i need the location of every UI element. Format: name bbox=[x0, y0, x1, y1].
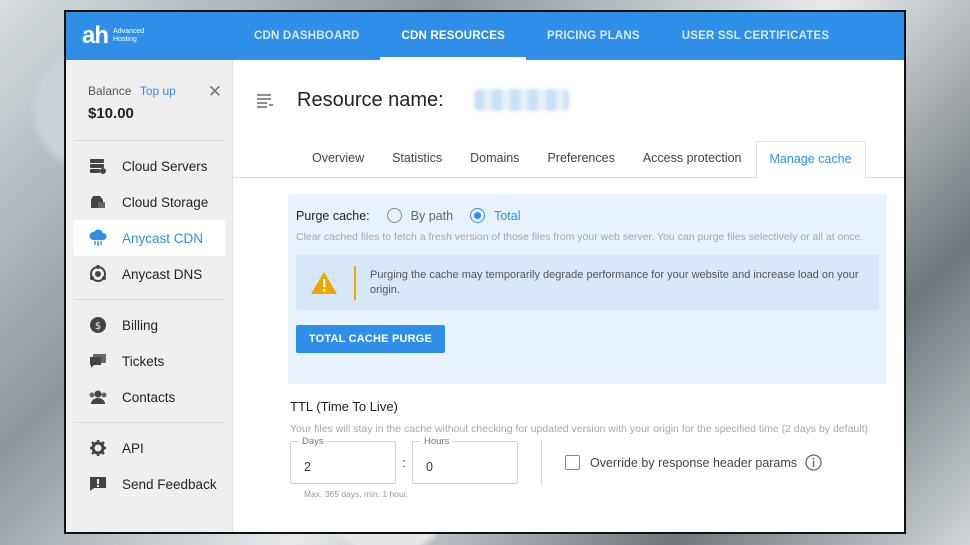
warning-triangle-icon bbox=[310, 271, 338, 295]
nav-user-ssl-certificates[interactable]: USER SSL CERTIFICATES bbox=[661, 12, 851, 60]
purge-cache-panel: Purge cache: By path Total Clear cached … bbox=[288, 194, 887, 384]
logo-text: Advanced Hosting bbox=[113, 28, 144, 44]
tickets-icon bbox=[87, 352, 109, 370]
purge-options: Purge cache: By path Total bbox=[296, 208, 879, 223]
sidebar-item-anycast-cdn[interactable]: Anycast CDN bbox=[73, 220, 225, 256]
sidebar-group-services: Cloud Servers Cloud Storage Anycast CDN … bbox=[66, 141, 232, 299]
tab-manage-cache[interactable]: Manage cache bbox=[755, 141, 866, 178]
tab-overview[interactable]: Overview bbox=[298, 151, 378, 177]
warning-text: Purging the cache may temporarily degrad… bbox=[370, 268, 859, 296]
top-navbar: ah Advanced Hosting CDN DASHBOARD CDN RE… bbox=[66, 12, 904, 60]
hours-label: Hours bbox=[421, 436, 453, 447]
resource-header: Resource name: bbox=[233, 60, 904, 140]
resource-name-value-blurred bbox=[473, 89, 569, 111]
override-label[interactable]: Override by response header params bbox=[590, 456, 797, 470]
balance-value: $10.00 bbox=[88, 105, 134, 122]
sidebar-item-anycast-dns[interactable]: Anycast DNS bbox=[73, 256, 225, 292]
radio-total[interactable] bbox=[470, 208, 486, 223]
resource-tabs: Overview Statistics Domains Preferences … bbox=[233, 140, 904, 178]
nav-cdn-dashboard[interactable]: CDN DASHBOARD bbox=[233, 12, 380, 60]
days-label: Days bbox=[299, 436, 327, 447]
ttl-hint: Max. 365 days, min. 1 hour. bbox=[304, 489, 409, 499]
tab-access-protection[interactable]: Access protection bbox=[629, 151, 756, 177]
tab-preferences[interactable]: Preferences bbox=[533, 151, 628, 177]
sidebar: Balance Top up $10.00 ✕ Cloud Servers Cl… bbox=[66, 60, 233, 532]
sidebar-item-label: Cloud Storage bbox=[122, 194, 209, 210]
ttl-description: Your files will stay in the cache withou… bbox=[290, 423, 868, 435]
list-menu-icon[interactable] bbox=[255, 90, 275, 110]
tab-domains[interactable]: Domains bbox=[456, 151, 533, 177]
ttl-title: TTL (Time To Live) bbox=[290, 399, 398, 414]
sidebar-group-misc: API Send Feedback bbox=[66, 423, 232, 509]
sidebar-item-label: Tickets bbox=[122, 353, 165, 369]
warning-accent-bar bbox=[354, 265, 356, 300]
tab-statistics[interactable]: Statistics bbox=[378, 151, 456, 177]
logo[interactable]: ah Advanced Hosting bbox=[66, 24, 233, 48]
close-icon[interactable]: ✕ bbox=[208, 82, 222, 102]
sidebar-item-label: Contacts bbox=[122, 389, 176, 405]
sidebar-item-contacts[interactable]: Contacts bbox=[73, 379, 225, 415]
feedback-icon bbox=[87, 475, 109, 493]
total-cache-purge-button[interactable]: TOTAL CACHE PURGE bbox=[296, 325, 445, 353]
cloud-cdn-icon bbox=[87, 229, 109, 247]
logo-mark: ah bbox=[82, 22, 109, 49]
option-total-label[interactable]: Total bbox=[494, 209, 520, 223]
sidebar-item-label: Anycast DNS bbox=[122, 266, 203, 282]
sidebar-item-label: API bbox=[122, 440, 144, 456]
sidebar-item-api[interactable]: API bbox=[73, 430, 225, 466]
purge-cache-label: Purge cache: bbox=[296, 208, 370, 223]
info-icon[interactable] bbox=[805, 454, 822, 471]
ttl-section: TTL (Time To Live) Your files will stay … bbox=[290, 399, 880, 499]
nav-cdn-resources[interactable]: CDN RESOURCES bbox=[380, 12, 527, 60]
nav-pricing-plans[interactable]: PRICING PLANS bbox=[526, 12, 661, 60]
days-field: Days bbox=[290, 436, 396, 484]
logo-line2: Hosting bbox=[113, 36, 137, 43]
days-input[interactable] bbox=[291, 442, 395, 483]
balance-label: Balance bbox=[88, 84, 132, 98]
api-gear-icon bbox=[87, 439, 109, 457]
storage-icon bbox=[87, 193, 109, 211]
svg-text:$: $ bbox=[95, 321, 101, 332]
main-nav: CDN DASHBOARD CDN RESOURCES PRICING PLAN… bbox=[233, 12, 850, 60]
override-checkbox[interactable] bbox=[565, 455, 580, 470]
resource-name-label: Resource name: bbox=[297, 88, 444, 111]
main-content: Resource name: Overview Statistics Domai… bbox=[233, 60, 904, 532]
sidebar-item-label: Cloud Servers bbox=[122, 158, 208, 174]
logo-line1: Advanced bbox=[113, 28, 145, 35]
server-icon bbox=[87, 157, 109, 175]
warning-banner: Purging the cache may temporarily degrad… bbox=[296, 255, 879, 310]
sidebar-group-account: $ Billing Tickets Contacts bbox=[66, 300, 232, 422]
sidebar-item-send-feedback[interactable]: Send Feedback bbox=[73, 466, 225, 502]
balance-box: Balance Top up $10.00 ✕ bbox=[66, 60, 232, 140]
app-window: ah Advanced Hosting CDN DASHBOARD CDN RE… bbox=[64, 10, 906, 534]
ttl-inputs: Days : Hours Override by response header… bbox=[290, 436, 880, 485]
vertical-divider bbox=[541, 440, 542, 485]
top-up-link[interactable]: Top up bbox=[140, 84, 176, 98]
sidebar-item-label: Billing bbox=[122, 317, 159, 333]
sidebar-item-tickets[interactable]: Tickets bbox=[73, 343, 225, 379]
dns-icon bbox=[87, 265, 109, 283]
option-by-path-label[interactable]: By path bbox=[411, 209, 453, 223]
billing-icon: $ bbox=[87, 316, 109, 334]
radio-by-path[interactable] bbox=[386, 208, 402, 223]
hours-input[interactable] bbox=[413, 442, 517, 483]
hours-field: Hours bbox=[412, 436, 518, 484]
contacts-icon bbox=[87, 388, 109, 406]
sidebar-item-billing[interactable]: $ Billing bbox=[73, 307, 225, 343]
time-separator: : bbox=[402, 455, 406, 470]
sidebar-item-label: Anycast CDN bbox=[122, 230, 204, 246]
sidebar-item-cloud-storage[interactable]: Cloud Storage bbox=[73, 184, 225, 220]
purge-description: Clear cached files to fetch a fresh vers… bbox=[296, 231, 864, 243]
sidebar-item-label: Send Feedback bbox=[122, 476, 217, 492]
sidebar-item-cloud-servers[interactable]: Cloud Servers bbox=[73, 148, 225, 184]
